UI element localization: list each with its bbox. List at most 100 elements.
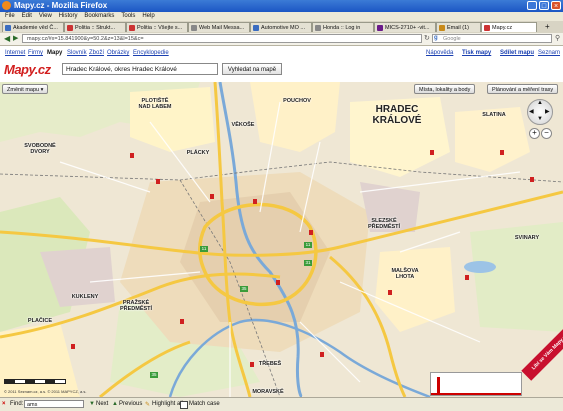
road-number: 11 [304, 242, 312, 248]
place-label: PLAČICE [27, 318, 53, 324]
tab[interactable]: Honda :: Log in [312, 22, 374, 32]
site-header: Internet Firmy Mapy Slovník Zboží Obrázk… [0, 46, 563, 82]
nav-slovnik[interactable]: Slovník [67, 50, 87, 56]
url-bar[interactable]: mapy.cz/#x=15.841900&y=50.2&z=13&l=15&c= [22, 34, 422, 43]
share-map-link[interactable]: Sdílet mapu [500, 50, 534, 56]
nav-obrazky[interactable]: Obrázky [107, 50, 129, 56]
print-map-link[interactable]: Tisk mapy [462, 50, 491, 56]
tab-label: Mapy.cz [492, 25, 513, 31]
road-number: 35 [150, 372, 158, 378]
search-on-map-button[interactable]: Vyhledat na mapě [222, 63, 282, 75]
road-number: 31 [304, 260, 312, 266]
place-label: KUKLENY [71, 294, 99, 300]
menu-view[interactable]: View [39, 12, 52, 21]
tab[interactable]: Email (1) [436, 22, 481, 32]
tab[interactable]: MICS-2710+ -vit... [374, 22, 436, 32]
tab-label: Politia :: Všejte s... [137, 25, 183, 31]
change-map-label: Změnit mapu [7, 87, 40, 93]
nav-encyklopedie[interactable]: Encyklopedie [133, 50, 169, 56]
close-button[interactable]: × [551, 1, 561, 10]
tab-active[interactable]: Mapy.cz [481, 22, 537, 32]
pan-right-icon[interactable]: ▶ [545, 108, 550, 115]
navigation-bar: ◀ ▶ mapy.cz/#x=15.841900&y=50.2&z=13&l=1… [0, 33, 563, 46]
tab-label: Akademie věd Č... [13, 25, 58, 31]
places-button[interactable]: Místa, lokality a body [414, 84, 476, 94]
find-next-button[interactable]: Next [96, 401, 108, 407]
forward-icon[interactable]: ▶ [13, 34, 18, 42]
find-input[interactable]: ams [24, 400, 84, 408]
highlight-icon[interactable]: ✎ [145, 401, 150, 408]
nav-internet[interactable]: Internet [5, 50, 25, 56]
next-arrow-icon[interactable]: ▼ [89, 401, 95, 407]
change-map-button[interactable]: Změnit mapu ▾ [2, 84, 49, 94]
menu-tools[interactable]: Tools [121, 12, 135, 21]
road-number: 11 [200, 246, 208, 252]
menu-edit[interactable]: Edit [22, 12, 32, 21]
activity-graph [430, 372, 522, 396]
site-icon [67, 25, 73, 31]
zoom-out-button[interactable]: − [541, 128, 552, 139]
tab-label: Automotive MO ... [261, 25, 306, 31]
nav-mapy[interactable]: Mapy [47, 50, 62, 56]
back-icon[interactable]: ◀ [4, 34, 10, 43]
place-label: MALŠOVA LHOTA [391, 268, 419, 280]
nav-firmy[interactable]: Firmy [28, 50, 43, 56]
route-planning-button[interactable]: Plánování a měření trasy [487, 84, 559, 94]
tab[interactable]: Akademie věd Č... [2, 22, 64, 32]
minimize-button[interactable]: _ [527, 1, 537, 10]
help-link[interactable]: Nápověda [426, 50, 453, 56]
place-label: SVOBODNÉ DVORY [24, 143, 56, 155]
pan-control[interactable]: ▲ ▼ ◀ ▶ [527, 99, 553, 125]
copyright-text: © 2011 Seznam.cz, a.s. © 2011 MAPYCZ, a.… [4, 389, 87, 394]
place-label: PRAŽSKÉ PŘEDMĚSTÍ [119, 300, 153, 312]
city-label: HRADEC KRÁLOVÉ [362, 104, 432, 126]
graph-bar [437, 377, 440, 394]
pan-up-icon[interactable]: ▲ [537, 100, 543, 106]
tab[interactable]: Politia :: Všejte s... [126, 22, 188, 32]
menu-help[interactable]: Help [142, 12, 154, 21]
place-label: SLEZSKÉ PŘEDMĚSTÍ [367, 218, 401, 230]
tab[interactable]: Web Mail Messa... [188, 22, 250, 32]
place-label: VĚKOŠE [231, 122, 255, 128]
tab[interactable]: Automotive MO ... [250, 22, 312, 32]
zoom-in-button[interactable]: + [529, 128, 540, 139]
menu-bookmarks[interactable]: Bookmarks [84, 12, 114, 21]
road-number: 35 [240, 286, 248, 292]
tab-label: MICS-2710+ -vit... [385, 25, 430, 31]
firefox-icon [2, 1, 11, 10]
maximize-button[interactable]: □ [539, 1, 549, 10]
reload-icon[interactable]: ↻ [424, 34, 430, 42]
close-find-icon[interactable]: × [2, 401, 6, 407]
site-icon [5, 25, 11, 31]
map-search-input[interactable]: Hradec Králové, okres Hradec Králové [62, 63, 218, 75]
site-icon [377, 25, 383, 31]
place-label: TŘEBEŠ [258, 361, 282, 367]
tab-label: Web Mail Messa... [199, 25, 245, 31]
map-canvas[interactable]: 11 35 31 11 35 Změnit mapu ▾ Místa, loka… [0, 82, 563, 397]
pan-left-icon[interactable]: ◀ [529, 108, 534, 115]
place-label: PLOTIŠTĚ NAD LABEM [138, 98, 172, 110]
nav-zbozi[interactable]: Zboží [89, 50, 104, 56]
map-graphic [0, 82, 563, 397]
mapy-logo[interactable]: Mapy.cz [4, 62, 51, 77]
window-title: Mapy.cz - Mozilla Firefox [14, 1, 108, 10]
previous-arrow-icon[interactable]: ▲ [112, 401, 118, 407]
search-icon[interactable]: ⚲ [555, 34, 560, 42]
web-search-input[interactable]: Google [432, 34, 552, 43]
site-icon [191, 25, 197, 31]
place-label: SVINARY [514, 235, 540, 241]
seznam-link[interactable]: Seznam [538, 50, 560, 56]
highlight-all-button[interactable]: Highlight all [152, 401, 183, 407]
new-tab-icon[interactable]: + [545, 22, 550, 31]
tab[interactable]: Politia :: Strukt... [64, 22, 126, 32]
menu-file[interactable]: File [5, 12, 15, 21]
place-label: SLATINA [482, 112, 506, 118]
pan-down-icon[interactable]: ▼ [537, 116, 543, 122]
city-label-line: KRÁLOVÉ [372, 115, 422, 126]
find-previous-button[interactable]: Previous [119, 401, 142, 407]
window-titlebar: Mapy.cz - Mozilla Firefox _ □ × [0, 0, 563, 12]
match-case-checkbox[interactable] [180, 401, 188, 409]
menu-history[interactable]: History [59, 12, 78, 21]
city-label-line: HRADEC [375, 104, 419, 115]
tab-label: Email (1) [447, 25, 470, 31]
